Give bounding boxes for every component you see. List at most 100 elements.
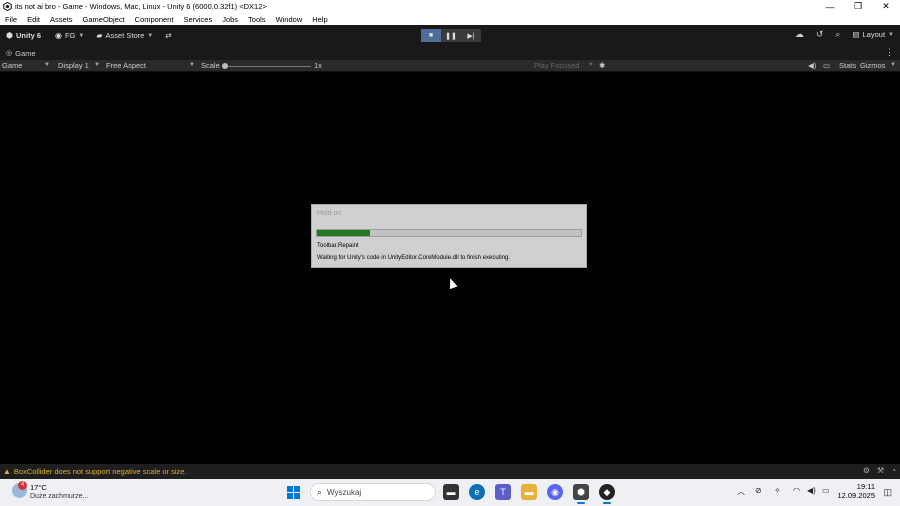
play-focused-dropdown[interactable]: Play Focused bbox=[534, 61, 579, 70]
cloud-icon[interactable]: ☁ bbox=[795, 29, 804, 40]
build-icon[interactable]: ⚒ bbox=[877, 466, 884, 475]
unity-cube-icon: ⬢ bbox=[6, 31, 13, 40]
menu-edit[interactable]: Edit bbox=[22, 15, 45, 24]
main-toolbar: ⬢ Unity 6 ◉ FG ▼ ▰ Asset Store ▼ ⇄ ■ ❚❚ … bbox=[0, 25, 900, 46]
branch-icon: ⇄ bbox=[165, 31, 172, 40]
weather-badge: 4 bbox=[18, 481, 27, 490]
keyboard-icon[interactable]: ▭ bbox=[823, 61, 830, 70]
menu-assets[interactable]: Assets bbox=[45, 15, 78, 24]
tab-game-label: Game bbox=[15, 48, 36, 58]
weather-description: Duże zachmurze... bbox=[30, 493, 89, 500]
play-controls: ■ ❚❚ ▶| bbox=[421, 29, 481, 42]
search-icon[interactable]: ⌕ bbox=[835, 29, 840, 40]
layout-icon: ▤ bbox=[852, 30, 860, 39]
windows-logo-icon bbox=[287, 493, 293, 499]
taskbar-clock[interactable]: 19:11 12.09.2025 bbox=[837, 482, 875, 500]
teams-app-icon[interactable]: T bbox=[495, 484, 511, 500]
bug-icon[interactable]: ✱ bbox=[599, 61, 605, 70]
taskbar-search[interactable]: ⌕ Wyszukaj bbox=[310, 483, 436, 501]
chevron-down-icon: ▼ bbox=[44, 62, 50, 68]
chevron-down-icon: ▼ bbox=[890, 62, 896, 68]
layout-dropdown[interactable]: ▤ Layout ▼ bbox=[852, 30, 894, 39]
weather-temperature: 17°C bbox=[30, 483, 47, 492]
game-view-toolbar: Game ▼ Display 1 ▼ Free Aspect ▼ Scale 1… bbox=[0, 60, 900, 72]
progress-bar bbox=[316, 229, 582, 237]
step-button[interactable]: ▶| bbox=[461, 29, 481, 42]
menu-jobs[interactable]: Jobs bbox=[217, 15, 243, 24]
progress-icon[interactable]: ◔ bbox=[891, 466, 896, 475]
menu-services[interactable]: Services bbox=[178, 15, 217, 24]
file-explorer-app-icon[interactable]: ▬ bbox=[521, 484, 537, 500]
search-placeholder: Wyszukaj bbox=[327, 487, 362, 497]
edge-app-icon[interactable]: e bbox=[469, 484, 485, 500]
unity-label: Unity 6 bbox=[15, 31, 41, 40]
stop-button[interactable]: ■ bbox=[421, 29, 441, 42]
progress-dialog: Hold on Toolbar.Repaint Waiting for Unit… bbox=[311, 204, 587, 268]
battery-icon[interactable]: ▭ bbox=[822, 486, 830, 495]
step-icon: ▶| bbox=[467, 32, 475, 40]
weather-icon: 4 bbox=[12, 481, 27, 498]
windows-logo-icon bbox=[294, 493, 300, 499]
chevron-down-icon: ▼ bbox=[189, 62, 195, 68]
aspect-dropdown[interactable]: Free Aspect bbox=[106, 61, 146, 70]
minimize-button[interactable]: — bbox=[816, 0, 844, 13]
stats-button[interactable]: Stats bbox=[839, 61, 856, 70]
game-tab-row: ◎ Game ⋮ bbox=[0, 46, 900, 60]
taskview-app-icon[interactable]: ▬ bbox=[443, 484, 459, 500]
display-dropdown[interactable]: Display 1 bbox=[58, 61, 89, 70]
menu-gameobject[interactable]: GameObject bbox=[78, 15, 130, 24]
tab-game[interactable]: ◎ Game bbox=[6, 49, 36, 58]
tray-app-icon[interactable]: ⊘ bbox=[755, 486, 762, 495]
start-button[interactable] bbox=[287, 486, 300, 499]
windows-logo-icon bbox=[287, 486, 293, 492]
dialog-title: Hold on bbox=[317, 210, 342, 217]
status-bar-right: ⚙ ⚒ ◔ bbox=[856, 466, 896, 475]
volume-icon[interactable]: ◀) bbox=[807, 486, 816, 495]
gizmos-button[interactable]: Gizmos bbox=[860, 61, 885, 70]
warning-icon: ▲ bbox=[3, 467, 11, 476]
history-icon[interactable]: ↺ bbox=[816, 29, 824, 40]
speaker-icon[interactable]: ◀) bbox=[808, 61, 816, 70]
close-button[interactable]: ✕ bbox=[872, 0, 900, 13]
account-dropdown[interactable]: ◉ FG ▼ bbox=[55, 31, 84, 40]
progress-bar-fill bbox=[317, 230, 370, 236]
network-icon[interactable]: ⚙ bbox=[863, 466, 870, 475]
unity-hub-app-icon[interactable]: ◆ bbox=[599, 484, 615, 504]
windows-logo-icon bbox=[294, 486, 300, 492]
chevron-down-icon: ▼ bbox=[78, 32, 85, 39]
tray-overflow-icon[interactable]: ︿ bbox=[737, 486, 745, 497]
asset-store-dropdown[interactable]: ▰ Asset Store ▼ bbox=[96, 31, 153, 40]
chevron-down-icon: ▼ bbox=[147, 32, 154, 39]
pause-button[interactable]: ❚❚ bbox=[441, 29, 461, 42]
gamepad-icon: ◎ bbox=[6, 50, 13, 57]
status-warning-text[interactable]: BoxCollider does not support negative sc… bbox=[14, 467, 187, 476]
menu-bar: File Edit Assets GameObject Component Se… bbox=[0, 13, 900, 25]
version-control-button[interactable]: ⇄ bbox=[165, 31, 171, 40]
notification-bell-icon[interactable]: ◫ bbox=[883, 487, 892, 498]
menu-window[interactable]: Window bbox=[271, 15, 308, 24]
tray-bluetooth-icon[interactable]: ✧ bbox=[774, 486, 781, 495]
view-dropdown[interactable]: Game bbox=[2, 61, 22, 70]
shopping-bag-icon: ▰ bbox=[96, 31, 103, 40]
scale-slider-handle[interactable] bbox=[222, 63, 228, 69]
unity-app-icon[interactable]: ⬢ bbox=[573, 484, 589, 504]
more-options-icon[interactable]: ⋮ bbox=[885, 47, 894, 58]
menu-component[interactable]: Component bbox=[130, 15, 179, 24]
console-status-bar[interactable]: ▲ BoxCollider does not support negative … bbox=[0, 464, 900, 479]
window-title: its not ai bro - Game - Windows, Mac, Li… bbox=[15, 2, 267, 11]
pause-icon: ❚❚ bbox=[445, 32, 457, 40]
menu-tools[interactable]: Tools bbox=[243, 15, 271, 24]
game-viewport[interactable] bbox=[0, 72, 900, 464]
wifi-icon[interactable]: ◠ bbox=[793, 486, 800, 495]
unity-logo-icon bbox=[3, 2, 12, 11]
menu-file[interactable]: File bbox=[0, 15, 22, 24]
weather-widget[interactable]: 4 17°C Duże zachmurze... bbox=[12, 481, 88, 500]
unity-account-button[interactable]: ⬢ Unity 6 bbox=[6, 31, 41, 40]
toolbar-right: ☁ ↺ ⌕ ▤ Layout ▼ bbox=[783, 29, 894, 40]
menu-help[interactable]: Help bbox=[307, 15, 332, 24]
maximize-button[interactable]: ❐ bbox=[844, 0, 872, 13]
scale-slider-track[interactable] bbox=[225, 66, 311, 67]
asset-store-label: Asset Store bbox=[105, 31, 145, 40]
discord-app-icon[interactable]: ◉ bbox=[547, 484, 563, 500]
window-titlebar: its not ai bro - Game - Windows, Mac, Li… bbox=[0, 0, 900, 13]
